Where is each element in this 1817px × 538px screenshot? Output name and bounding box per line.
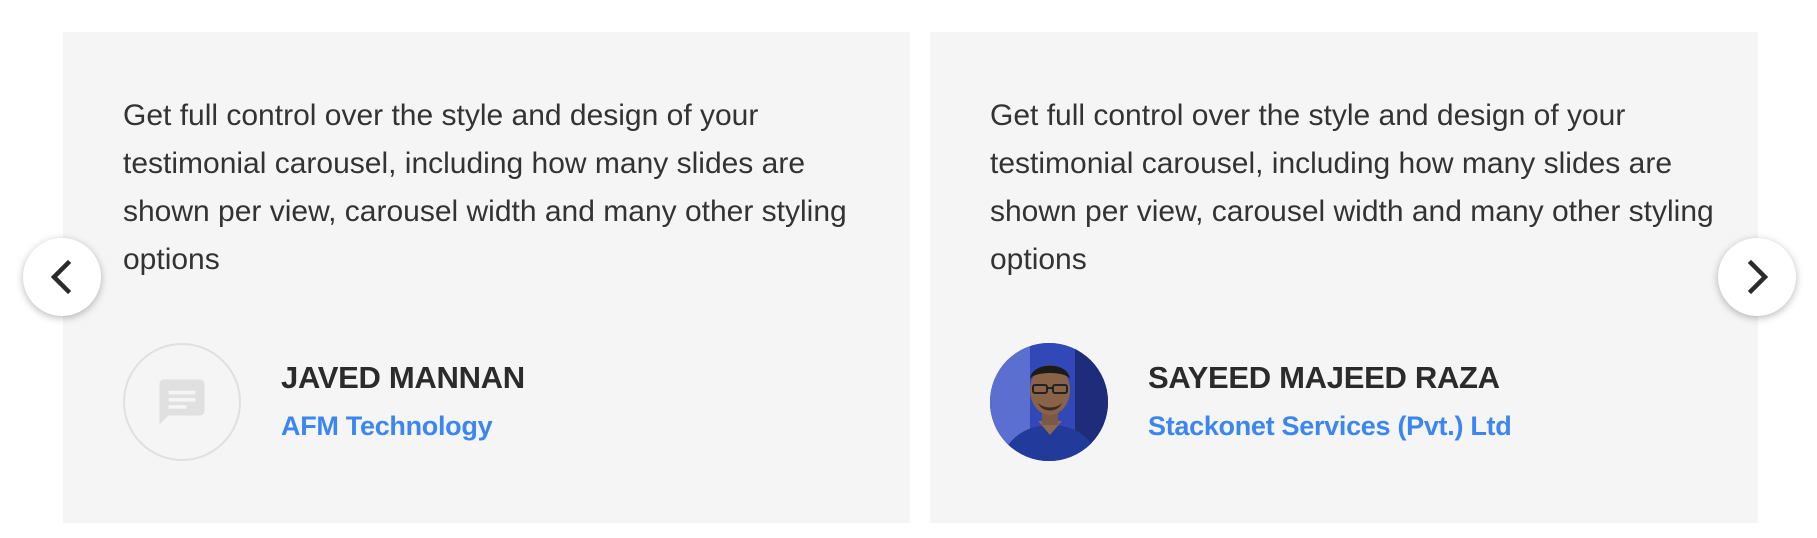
testimonial-author: JAVED MANNAN AFM Technology — [123, 342, 525, 462]
chevron-right-icon — [1747, 259, 1769, 295]
message-icon — [159, 379, 205, 425]
chevron-left-icon — [50, 259, 72, 295]
author-name: SAYEED MAJEED RAZA — [1148, 360, 1500, 395]
author-name: JAVED MANNAN — [281, 360, 525, 395]
author-info: SAYEED MAJEED RAZA Stackonet Services (P… — [1148, 358, 1512, 446]
testimonial-slide: Get full control over the style and desi… — [63, 32, 910, 523]
testimonial-quote: Get full control over the style and desi… — [123, 99, 847, 276]
author-info: JAVED MANNAN AFM Technology — [281, 358, 525, 446]
author-company-link[interactable]: AFM Technology — [281, 406, 525, 446]
testimonial-author: SAYEED MAJEED RAZA Stackonet Services (P… — [990, 342, 1512, 462]
testimonial-quote: Get full control over the style and desi… — [990, 99, 1714, 276]
author-company-link[interactable]: Stackonet Services (Pvt.) Ltd — [1148, 406, 1512, 446]
testimonial-slide: Get full control over the style and desi… — [930, 32, 1758, 523]
carousel-next-button[interactable] — [1718, 238, 1796, 316]
author-photo — [990, 343, 1108, 461]
carousel-prev-button[interactable] — [23, 238, 101, 316]
avatar — [123, 343, 241, 461]
testimonial-carousel: Get full control over the style and desi… — [0, 0, 1817, 538]
